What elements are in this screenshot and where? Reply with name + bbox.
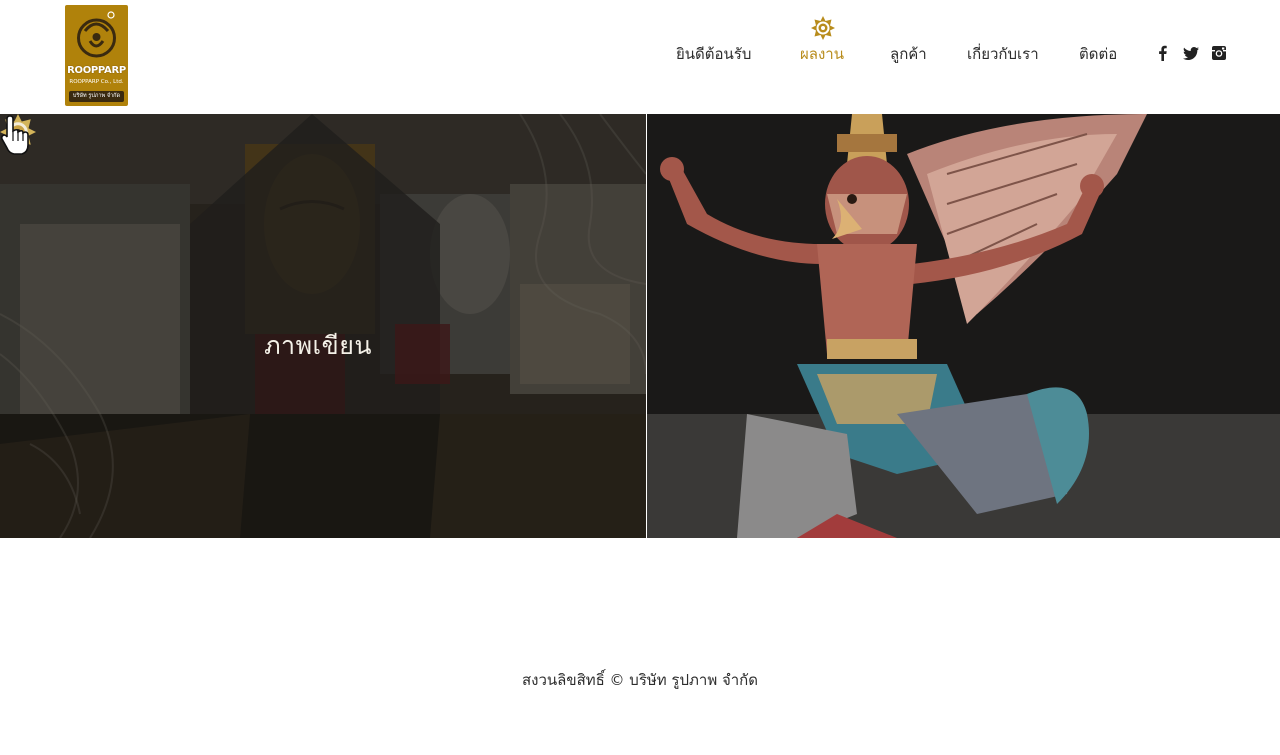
- footer-copyright: สงวนลิขสิทธิ์ © บริษัท รูปภาพ จำกัด: [521, 671, 759, 689]
- lotus-active-icon: [811, 16, 835, 40]
- nav-item-about[interactable]: เกี่ยวกับเรา: [967, 42, 1039, 66]
- gallery-tile-paintings[interactable]: ภาพเขียน: [0, 114, 646, 538]
- instagram-icon[interactable]: [1211, 45, 1227, 61]
- logo-brand-text: ROOPPARP: [67, 65, 126, 76]
- logo-company-th: บริษัท รูปภาพ จำกัด: [69, 91, 124, 102]
- nav-item-welcome[interactable]: ยินดีต้อนรับ: [676, 42, 751, 66]
- portfolio-gallery: ภาพเขียน: [0, 114, 1280, 538]
- ganesha-logo-mark: [77, 11, 116, 58]
- company-logo[interactable]: ROOPPARP ROOPPARP Co., Ltd. บริษัท รูปภา…: [65, 5, 128, 106]
- gallery-tile-sculpture[interactable]: [647, 114, 1280, 538]
- tile-title-paintings: ภาพเขียน: [264, 331, 372, 360]
- facebook-icon[interactable]: [1155, 45, 1171, 61]
- nav-item-clients[interactable]: ลูกค้า: [890, 42, 927, 66]
- hand-pointer-icon: [0, 115, 29, 155]
- garuda-sculpture-photo: [647, 114, 1280, 538]
- twitter-icon[interactable]: [1183, 45, 1199, 61]
- site-header: ROOPPARP ROOPPARP Co., Ltd. บริษัท รูปภา…: [0, 0, 1280, 114]
- logo-company-en: ROOPPARP Co., Ltd.: [69, 79, 124, 85]
- nav-item-portfolio[interactable]: ผลงาน: [800, 42, 844, 66]
- nav-item-contact[interactable]: ติดต่อ: [1079, 42, 1117, 66]
